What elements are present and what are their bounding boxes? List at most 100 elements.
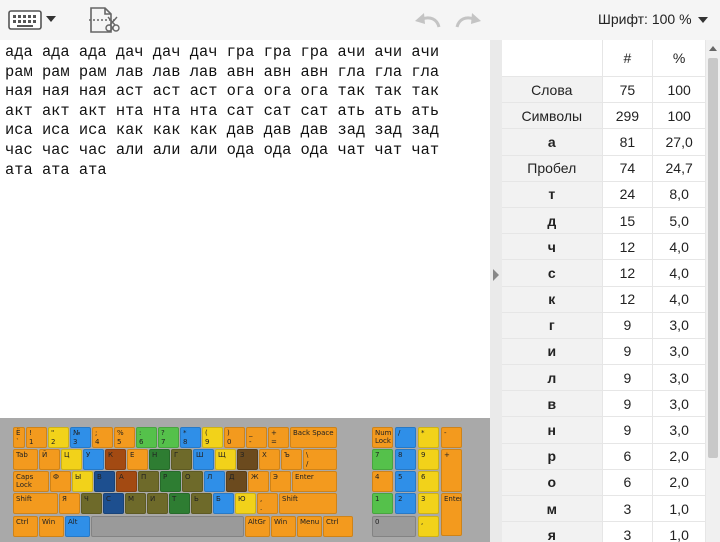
keyboard-key[interactable]: Back Space — [290, 427, 337, 448]
keyboard-key[interactable]: Menu — [297, 516, 322, 537]
chevron-down-icon[interactable] — [46, 16, 56, 22]
scrollbar-thumb[interactable] — [708, 58, 718, 458]
keyboard-key[interactable]: 2 — [395, 493, 416, 514]
keyboard-key[interactable]: Ж — [248, 471, 269, 492]
keyboard-key[interactable]: :6 — [136, 427, 157, 448]
keyboard-key[interactable]: Alt — [65, 516, 90, 537]
keyboard-key[interactable]: Ч — [81, 493, 102, 514]
keyboard-key[interactable]: + = — [268, 427, 289, 448]
keyboard-key[interactable]: * 8 — [180, 427, 201, 448]
keyboard-key[interactable]: Щ — [215, 449, 236, 470]
keyboard-key[interactable]: Ы — [72, 471, 93, 492]
keyboard-key[interactable]: В — [94, 471, 115, 492]
keyboard-key[interactable]: % 5 — [114, 427, 135, 448]
font-size-selector[interactable]: Шрифт: 100 % — [598, 11, 692, 27]
chevron-down-icon[interactable] — [698, 17, 708, 23]
keyboard-key[interactable]: Ф — [50, 471, 71, 492]
keyboard-key[interactable]: Win — [39, 516, 64, 537]
keyboard-key[interactable]: Ц — [61, 449, 82, 470]
keyboard-key[interactable]: Shift — [13, 493, 58, 514]
keyboard-icon[interactable] — [8, 10, 42, 30]
stats-count: 9 — [602, 364, 654, 391]
keyboard-key[interactable]: Й — [39, 449, 60, 470]
keyboard-key[interactable]: З — [237, 449, 258, 470]
keyboard-key[interactable]: Е — [127, 449, 148, 470]
keyboard-key[interactable]: _ - — [246, 427, 267, 448]
keyboard-key[interactable]: Ь — [191, 493, 212, 514]
keyboard-key[interactable]: Ctrl — [323, 516, 353, 537]
keyboard-key[interactable]: 0 — [372, 516, 416, 537]
keyboard-key[interactable]: 6 — [418, 471, 439, 492]
keyboard-key[interactable]: 8 — [395, 449, 416, 470]
keyboard-key[interactable]: ? 7 — [158, 427, 179, 448]
keyboard-key[interactable]: Р — [160, 471, 181, 492]
keyboard-key[interactable]: Л — [204, 471, 225, 492]
keyboard-key[interactable]: М — [125, 493, 146, 514]
keyboard-key[interactable]: Ю — [235, 493, 256, 514]
keyboard-key[interactable]: Ctrl — [13, 516, 38, 537]
keyboard-key[interactable]: Enter — [441, 493, 462, 536]
keyboard-key[interactable]: 9 — [418, 449, 439, 470]
keyboard-key[interactable]: ) 0 — [224, 427, 245, 448]
keyboard-key[interactable]: Г — [171, 449, 192, 470]
keyboard-key[interactable]: ; 4 — [92, 427, 113, 448]
keyboard-key[interactable]: Tab — [13, 449, 38, 470]
keyboard-key[interactable]: 4 — [372, 471, 393, 492]
keyboard-key[interactable]: 1 — [372, 493, 393, 514]
redo-icon[interactable] — [454, 10, 484, 30]
keyboard-key[interactable]: Н — [149, 449, 170, 470]
keyboard-key[interactable]: У — [83, 449, 104, 470]
keyboard-key[interactable]: 3 — [418, 493, 439, 514]
keyboard-key[interactable]: Т — [169, 493, 190, 514]
keyboard-key[interactable]: Э — [270, 471, 291, 492]
chevron-right-icon[interactable] — [493, 269, 499, 281]
keyboard-key[interactable]: Num Lock — [372, 427, 393, 448]
keyboard-key[interactable]: " 2 — [48, 427, 69, 448]
keyboard-key[interactable]: Ъ — [281, 449, 302, 470]
keyboard-key[interactable]: Enter — [292, 471, 337, 492]
keyboard-key[interactable]: О — [182, 471, 203, 492]
key-label: % — [117, 429, 124, 437]
keyboard-key[interactable]: Win — [271, 516, 296, 537]
scroll-up-icon[interactable] — [709, 46, 717, 51]
keyboard-key[interactable]: Ё ` — [13, 427, 25, 448]
keyboard-key[interactable]: 5 — [395, 471, 416, 492]
keyboard-key[interactable]: П — [138, 471, 159, 492]
keyboard-key[interactable]: + — [441, 449, 462, 492]
keyboard-key[interactable]: Х — [259, 449, 280, 470]
keyboard-key[interactable]: С — [103, 493, 124, 514]
key-sub-label: 4 — [95, 438, 100, 446]
undo-icon[interactable] — [412, 10, 442, 30]
keyboard-key[interactable]: Caps Lock — [13, 471, 49, 492]
keyboard-key[interactable]: (9 — [202, 427, 223, 448]
keyboard-key[interactable]: AltGr — [245, 516, 270, 537]
keyboard-key[interactable]: , — [418, 516, 439, 537]
stats-pct: 3,0 — [652, 311, 706, 339]
keyboard-key[interactable]: - — [441, 427, 462, 448]
keyboard-key[interactable]: Shift — [279, 493, 337, 514]
key-sub-label: ` — [16, 438, 20, 446]
keyboard-key[interactable]: * — [418, 427, 439, 448]
panel-splitter[interactable] — [490, 40, 502, 542]
keyboard-key[interactable]: № 3 — [70, 427, 91, 448]
keyboard-key[interactable]: Ш — [193, 449, 214, 470]
keyboard-key[interactable]: Я — [59, 493, 80, 514]
text-editor[interactable]: ада ада ада дач дач дач гра гра гра ачи … — [0, 40, 490, 418]
keyboard-key[interactable]: ! 1 — [26, 427, 47, 448]
toolbar: Шрифт: 100 % — [0, 0, 720, 40]
keyboard-key[interactable]: Б — [213, 493, 234, 514]
keyboard-key[interactable]: Д — [226, 471, 247, 492]
keyboard-key[interactable]: \ / — [303, 449, 337, 470]
cut-file-icon[interactable] — [86, 6, 120, 34]
key-label: * — [421, 429, 425, 437]
scrollbar[interactable] — [706, 40, 720, 542]
keyboard-key[interactable]: ,. — [257, 493, 278, 514]
keyboard-key[interactable]: И — [147, 493, 168, 514]
stats-count: 81 — [602, 128, 654, 156]
keyboard-key[interactable]: К — [105, 449, 126, 470]
key-label: Э — [273, 473, 278, 481]
keyboard-key[interactable]: / — [395, 427, 416, 448]
keyboard-key[interactable]: 7 — [372, 449, 393, 470]
keyboard-key[interactable]: А — [116, 471, 137, 492]
keyboard-key[interactable] — [91, 516, 244, 537]
